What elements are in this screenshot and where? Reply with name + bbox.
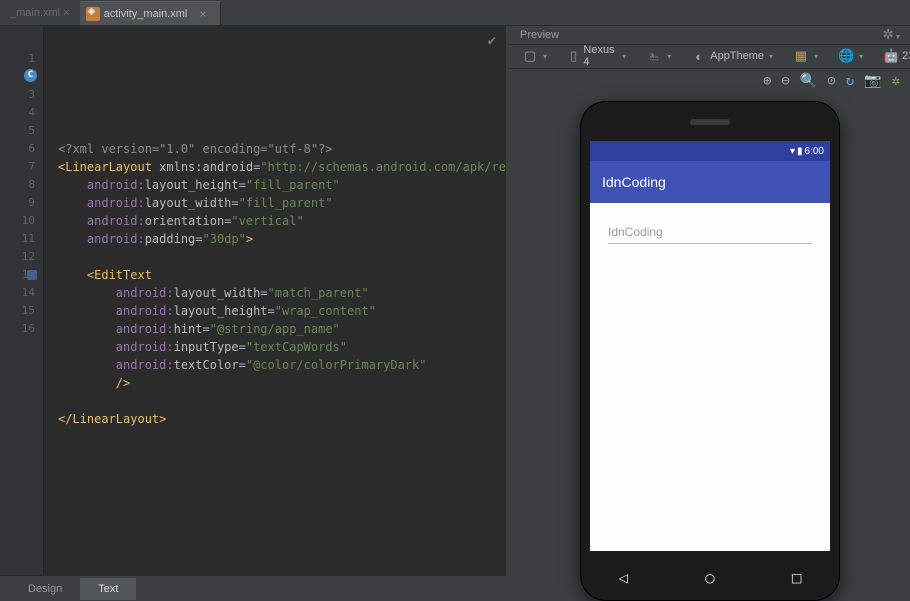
app-bar: IdnCoding xyxy=(590,161,830,203)
status-bar: ▾ ▮ 6:00 xyxy=(590,141,830,161)
toolbar-layout[interactable]: ▦ xyxy=(789,46,822,66)
settings-icon[interactable]: ✲ xyxy=(892,73,900,89)
device-screen: ▾ ▮ 6:00 IdnCoding IdnCoding xyxy=(590,141,830,551)
tab-design[interactable]: Design xyxy=(10,578,80,600)
editor-bottom-tabs: Design Text xyxy=(0,575,506,601)
code-editor[interactable]: ✔ <?xml version="1.0" encoding="utf-8"?>… xyxy=(44,26,506,575)
tab-text[interactable]: Text xyxy=(80,578,136,600)
app-title: IdnCoding xyxy=(602,174,666,190)
speaker-slot xyxy=(690,119,730,125)
zoom-out-icon[interactable]: ⊖ xyxy=(781,73,789,89)
close-icon[interactable]: × xyxy=(199,7,206,21)
marker-icon[interactable] xyxy=(27,270,37,280)
file-tab-label: activity_main.xml xyxy=(104,8,188,20)
nav-home-icon[interactable]: ○ xyxy=(705,568,715,587)
class-badge-icon[interactable]: C xyxy=(24,69,37,82)
device-nav-bar: ◁ ○ □ xyxy=(580,568,840,587)
preview-zoom-bar: ⊕ ⊖ 🔍 ⊙ ↻ 📷 ✲ xyxy=(510,69,910,93)
gear-icon[interactable]: ✲ xyxy=(882,26,900,43)
screenshot-icon[interactable]: 📷 xyxy=(864,73,881,89)
zoom-in-icon[interactable]: ⊕ xyxy=(763,73,771,89)
preview-toolbar: ▢ ▯Nexus 4 ⎁ ◐AppTheme ▦ 🌐 🤖23 xyxy=(510,44,910,69)
device-frame: ▾ ▮ 6:00 IdnCoding IdnCoding ◁ ○ □ xyxy=(580,101,840,601)
file-tab-activity-main[interactable]: activity_main.xml × xyxy=(80,1,222,25)
xml-icon xyxy=(86,7,100,21)
zoom-fit-icon[interactable]: 🔍 xyxy=(800,73,817,89)
edit-text-field[interactable]: IdnCoding xyxy=(608,221,812,244)
refresh-icon[interactable]: ↻ xyxy=(846,73,854,89)
editor-tab-bar: _main.xml × activity_main.xml × xyxy=(0,0,910,26)
ghost-tab[interactable]: _main.xml × xyxy=(0,1,80,25)
status-time: 6:00 xyxy=(805,146,824,157)
battery-icon: ▮ xyxy=(797,146,803,157)
check-icon: ✔ xyxy=(488,32,496,50)
toolbar-rotate[interactable]: ▢ xyxy=(518,46,551,66)
editor-gutter: 💡1 2C 3 4 5 6 7 8 9 10 11 12 13 14 15 16 xyxy=(0,26,44,575)
toolbar-orientation[interactable]: ⎁ xyxy=(642,46,675,66)
nav-recents-icon[interactable]: □ xyxy=(792,568,802,587)
editor-pane: 💡1 2C 3 4 5 6 7 8 9 10 11 12 13 14 15 16… xyxy=(0,26,506,601)
preview-pane: Preview ✲ ▢ ▯Nexus 4 ⎁ ◐AppTheme ▦ 🌐 🤖23… xyxy=(506,26,910,601)
wifi-icon: ▾ xyxy=(790,146,795,157)
toolbar-api-select[interactable]: 🤖23 xyxy=(879,46,910,66)
zoom-actual-icon[interactable]: ⊙ xyxy=(827,73,835,89)
preview-title: Preview xyxy=(520,29,559,41)
toolbar-theme-select[interactable]: ◐AppTheme xyxy=(687,46,777,66)
nav-back-icon[interactable]: ◁ xyxy=(619,568,629,587)
preview-canvas: ▾ ▮ 6:00 IdnCoding IdnCoding ◁ ○ □ xyxy=(510,93,910,601)
toolbar-device-select[interactable]: ▯Nexus 4 xyxy=(563,44,630,69)
toolbar-locale[interactable]: 🌐 xyxy=(834,46,867,66)
